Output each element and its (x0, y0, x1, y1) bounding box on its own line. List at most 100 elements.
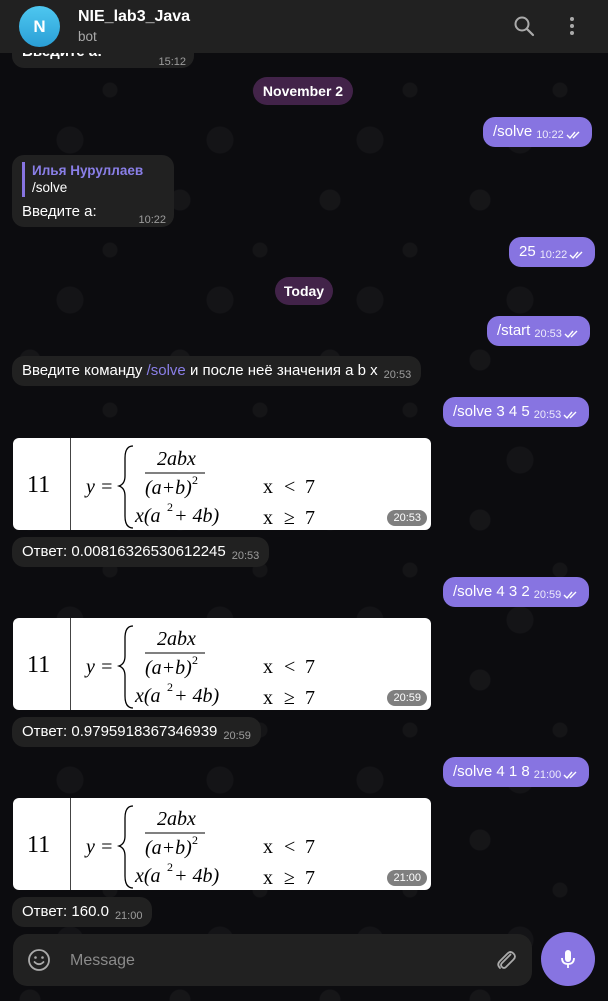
message-time: 10:22 (138, 214, 166, 226)
image-time: 20:53 (387, 510, 427, 526)
formula-lhs: y = (84, 836, 113, 858)
condition-value: 7 (305, 507, 315, 529)
formula-lhs: y = (84, 476, 113, 498)
chat-title[interactable]: NIE_lab3_Java (78, 8, 190, 26)
message-text: /solve 4 3 2 (453, 583, 530, 600)
message-outgoing[interactable]: 25 10:22 (509, 237, 596, 267)
formula-denominator: (a+b) (145, 477, 192, 499)
date-label: Today (283, 283, 325, 299)
image-row-number: 11 (27, 472, 51, 498)
condition-op: ≥ (284, 507, 295, 529)
formula-second-case-exponent: 2 (167, 500, 173, 514)
condition-value: 7 (305, 476, 315, 498)
mic-icon (561, 950, 575, 968)
message-time: 20:59 (223, 730, 251, 742)
formula-denominator: (a+b) (145, 657, 192, 679)
formula-image: y = 2abx (a+b) 2 x(a 2 + 4b) x < 7 x ≥ 7 (84, 625, 315, 709)
message-text-part: и после неё значения a b x (185, 362, 378, 379)
formula-second-case: x(a (134, 865, 161, 887)
message-outgoing[interactable]: /solve 10:22 (483, 117, 592, 147)
image-message[interactable]: 11 y = 2abx (a+b) 2 x(a 2 + 4b) x < 7 x … (13, 798, 431, 890)
condition-var: x (263, 507, 273, 529)
message-outgoing[interactable]: /solve 4 3 2 20:59 (443, 577, 590, 607)
formula-second-case-exponent: 2 (167, 680, 173, 694)
message-text: Введите команду /solve и после неё значе… (22, 361, 378, 381)
message-text: Введите a: (22, 203, 97, 220)
message-incoming[interactable]: Ответ: 0.9795918367346939 20:59 (12, 717, 261, 747)
message-text: Ответ: 0.9795918367346939 (22, 723, 218, 740)
message-incoming[interactable]: Введите команду /solve и после неё значе… (12, 356, 422, 386)
message-outgoing[interactable]: /solve 3 4 5 20:53 (443, 397, 590, 427)
formula-second-case-rest: + 4b) (174, 865, 219, 887)
condition-op: < (284, 656, 295, 678)
image-time: 20:59 (387, 690, 427, 706)
condition-op: ≥ (284, 867, 295, 889)
double-check-icon (566, 131, 580, 140)
reply-author: Илья Нуруллаев (32, 163, 144, 178)
more-vertical-icon[interactable] (560, 14, 584, 38)
message-incoming-reply[interactable]: Илья Нуруллаев /solve Введите a: 10:22 (12, 155, 174, 227)
condition-value: 7 (305, 687, 315, 709)
condition-var: x (263, 476, 273, 498)
chat-subtitle: bot (78, 29, 97, 44)
double-check-icon (563, 411, 577, 420)
image-row-number: 11 (27, 652, 51, 678)
image-divider (70, 798, 71, 890)
date-separator: Today (275, 277, 333, 305)
formula-denominator-exponent: 2 (192, 653, 198, 667)
voice-record-button[interactable] (541, 932, 595, 986)
message-input[interactable] (68, 947, 492, 975)
message-incoming[interactable]: Ответ: 160.0 21:00 (12, 897, 153, 927)
message-time: 20:53 (231, 550, 260, 562)
condition-var: x (263, 687, 273, 709)
message-time: 20:53 (533, 409, 562, 421)
date-separator: November 2 (253, 77, 353, 105)
formula-numerator: 2abx (157, 628, 196, 650)
search-icon[interactable] (512, 14, 536, 38)
image-message[interactable]: 11 y = 2abx (a+b) 2 x(a 2 + 4b) x < 7 x … (13, 618, 431, 710)
double-check-icon (563, 591, 577, 600)
message-text: /solve (493, 123, 533, 140)
message-text: /start (497, 322, 531, 339)
double-check-icon (564, 330, 578, 339)
condition-var: x (263, 836, 273, 858)
condition-op: < (284, 476, 295, 498)
double-check-icon (563, 771, 577, 780)
formula-second-case-rest: + 4b) (174, 685, 219, 707)
reply-quote[interactable]: Илья Нуруллаев /solve (22, 162, 143, 197)
date-label: November 2 (262, 83, 344, 99)
formula-second-case: x(a (134, 685, 161, 707)
message-text: /solve 4 1 8 (453, 763, 530, 780)
emoji-icon[interactable] (27, 948, 51, 972)
condition-value: 7 (305, 656, 315, 678)
message-time: 10:22 (539, 249, 568, 261)
message-outgoing[interactable]: /start 20:53 (487, 316, 590, 346)
message-incoming[interactable]: Ответ: 0.00816326530612245 20:53 (12, 537, 270, 567)
image-message[interactable]: 11 y = 2abx (a+b) 2 x(a 2 + 4b) x < 7 x … (13, 438, 431, 530)
formula-image: y = 2abx (a+b) 2 x(a 2 + 4b) x < 7 x ≥ 7 (84, 445, 315, 529)
condition-value: 7 (305, 867, 315, 889)
condition-op: ≥ (284, 687, 295, 709)
reply-text: /solve (32, 180, 68, 195)
image-divider (70, 618, 71, 710)
formula-numerator: 2abx (157, 808, 196, 830)
formula-numerator: 2abx (157, 448, 196, 470)
condition-var: x (263, 867, 273, 889)
message-time: 20:53 (383, 369, 412, 381)
formula-lhs: y = (84, 656, 113, 678)
message-time: 21:00 (114, 910, 143, 922)
formula-second-case: x(a (134, 505, 161, 527)
attach-icon[interactable] (494, 948, 518, 972)
message-text: Ответ: 160.0 (22, 903, 109, 920)
message-text: 25 (519, 243, 536, 260)
formula-image: y = 2abx (a+b) 2 x(a 2 + 4b) x < 7 x ≥ 7 (84, 805, 315, 889)
bot-command-link[interactable]: /solve (147, 362, 186, 379)
double-check-icon (569, 251, 583, 260)
condition-op: < (284, 836, 295, 858)
message-outgoing[interactable]: /solve 4 1 8 21:00 (443, 757, 590, 787)
avatar[interactable]: N (19, 6, 60, 47)
image-row-number: 11 (27, 832, 51, 858)
message-text-part: Введите команду (22, 362, 147, 379)
message-time: 10:22 (536, 129, 564, 141)
message-text: /solve 3 4 5 (453, 403, 530, 420)
